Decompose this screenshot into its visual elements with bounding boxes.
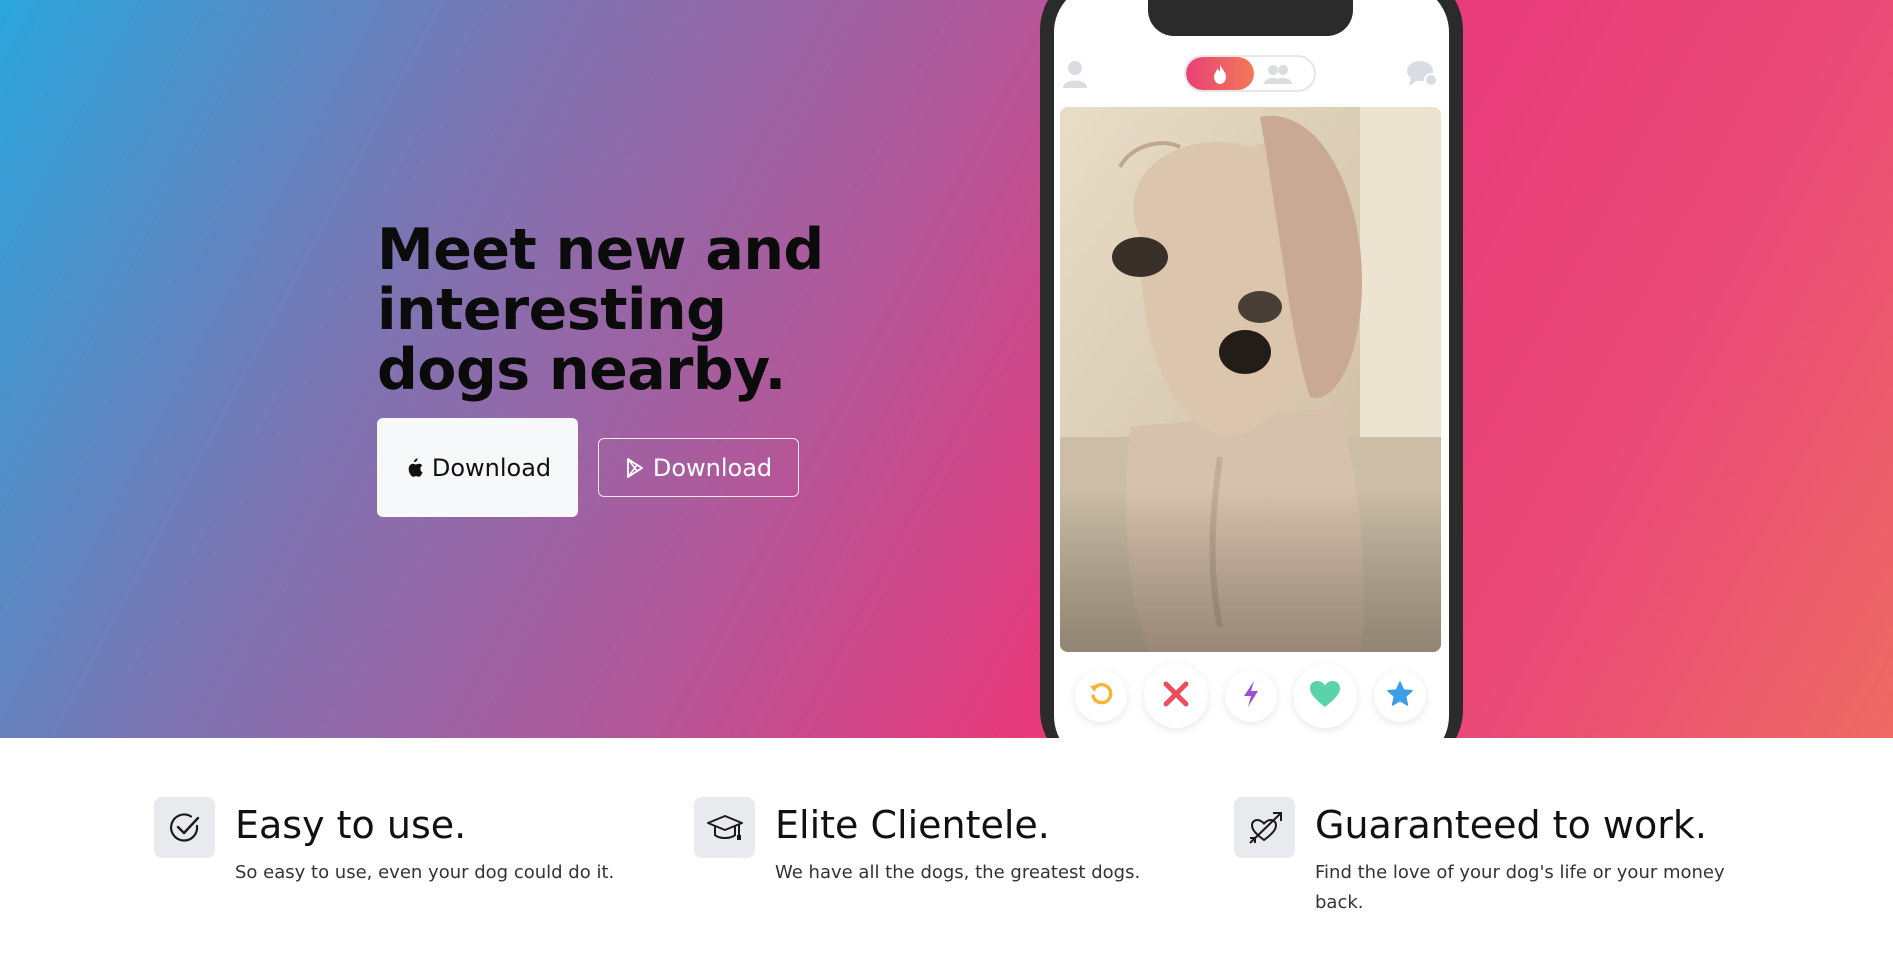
app-store-download-button[interactable]: Download — [377, 418, 578, 517]
flame-icon[interactable] — [1186, 57, 1254, 90]
feature-title: Elite Clientele. — [775, 803, 1050, 847]
apple-icon — [404, 457, 424, 479]
feature-title: Guaranteed to work. — [1315, 803, 1707, 847]
like-button[interactable] — [1293, 664, 1357, 728]
heart-icon — [1309, 680, 1341, 713]
google-play-download-button[interactable]: Download — [598, 438, 799, 497]
nope-button[interactable] — [1144, 664, 1208, 728]
google-play-icon — [625, 457, 645, 479]
super-like-button[interactable] — [1374, 670, 1426, 722]
heart-arrow-icon — [1234, 797, 1295, 858]
group-icon[interactable] — [1262, 63, 1294, 90]
rewind-icon — [1088, 681, 1114, 712]
mode-toggle[interactable] — [1184, 55, 1316, 92]
check-circle-icon — [154, 797, 215, 858]
feature-title: Easy to use. — [235, 803, 467, 847]
feature-description: So easy to use, even your dog could do i… — [235, 862, 615, 883]
phone-notch — [1148, 0, 1353, 36]
feature-description: We have all the dogs, the greatest dogs. — [775, 862, 1141, 883]
hero-title: Meet new and interesting dogs nearby. — [377, 217, 824, 403]
lightning-icon — [1242, 680, 1260, 713]
profile-icon[interactable] — [1060, 58, 1090, 95]
google-play-download-label: Download — [652, 453, 773, 482]
star-icon — [1386, 680, 1414, 713]
dog-photo[interactable] — [1060, 107, 1441, 652]
rewind-button[interactable] — [1075, 670, 1127, 722]
boost-button[interactable] — [1225, 670, 1277, 722]
chat-icon[interactable] — [1405, 58, 1439, 95]
close-icon — [1162, 680, 1190, 713]
graduation-cap-icon — [694, 797, 755, 858]
feature-description: Find the love of your dog's life or your… — [1315, 862, 1725, 913]
hero-section: Meet new and interesting dogs nearby. Do… — [0, 0, 1893, 738]
app-store-download-label: Download — [431, 453, 552, 482]
